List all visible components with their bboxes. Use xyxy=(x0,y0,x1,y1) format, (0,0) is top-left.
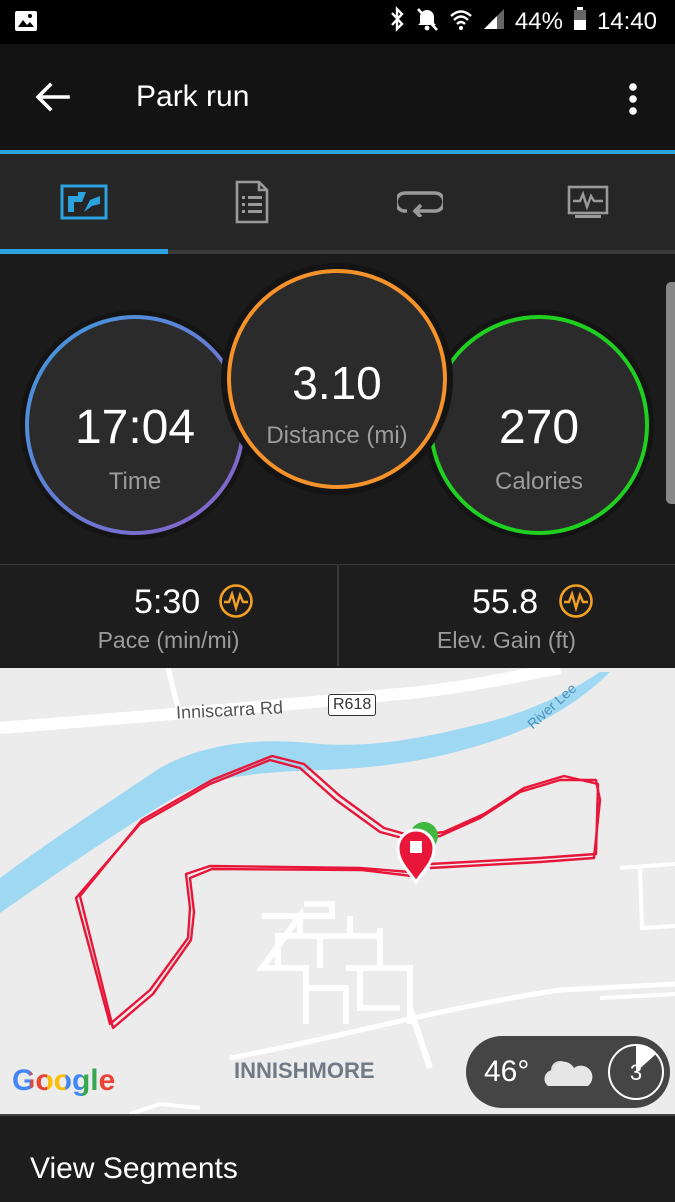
wifi-icon xyxy=(449,7,473,38)
calories-value: 270 xyxy=(498,401,580,454)
battery-icon xyxy=(573,6,587,38)
distance-value: 3.10 xyxy=(292,357,382,409)
cloud-icon xyxy=(540,1056,596,1093)
app-bar: Park run xyxy=(0,44,675,150)
time-value: 17:04 xyxy=(74,401,196,454)
road-shield: R618 xyxy=(328,694,377,716)
document-list-icon xyxy=(235,180,269,229)
gallery-notification-icon xyxy=(14,10,38,37)
calories-label: Calories xyxy=(494,468,584,495)
tab-bar xyxy=(0,154,675,254)
pace-label: Pace (min/mi) xyxy=(97,627,240,653)
time-label: Time xyxy=(108,468,162,495)
page-title: Park run xyxy=(136,80,250,113)
metrics-divider xyxy=(337,564,339,666)
timer-value: 3 xyxy=(629,1060,643,1085)
view-segments-label: View Segments xyxy=(30,1152,238,1185)
back-arrow-icon[interactable] xyxy=(34,82,70,117)
pace-metric: 5:30 Pace (min/mi) xyxy=(0,565,337,667)
elevation-metric: 55.8 Elev. Gain (ft) xyxy=(338,565,675,667)
tab-overview[interactable] xyxy=(0,154,168,254)
elevation-value: 55.8 xyxy=(472,583,539,621)
clock: 14:40 xyxy=(596,8,657,35)
south-west-road xyxy=(129,1101,201,1114)
google-logo-text: Google xyxy=(12,1064,116,1097)
right-roads xyxy=(599,862,675,1000)
distance-label: Distance (mi) xyxy=(266,422,408,449)
estate-roads xyxy=(256,901,433,1069)
tab-laps[interactable] xyxy=(336,154,504,254)
distance-stat: 3.10 Distance (mi) xyxy=(220,262,454,496)
time-stat: 17:04 Time xyxy=(18,308,252,542)
signal-icon xyxy=(483,8,505,37)
pace-info-icon[interactable] xyxy=(218,583,254,624)
tab-charts[interactable] xyxy=(504,154,672,254)
google-logo: Google xyxy=(12,1064,115,1098)
elevation-info-icon[interactable] xyxy=(558,583,594,624)
more-options-icon[interactable] xyxy=(626,82,640,121)
scroll-hint xyxy=(666,282,675,504)
laps-loop-icon xyxy=(394,187,446,222)
route-map[interactable]: Inniscarra Rd R618 River Lee INNISHMORE … xyxy=(0,668,675,1114)
calories-stat: 270 Calories xyxy=(422,308,656,542)
timer-dial-icon: 3 xyxy=(606,1042,666,1102)
weather-pill[interactable]: 46° 3 xyxy=(466,1036,670,1108)
mute-icon xyxy=(415,6,439,39)
pace-value: 5:30 xyxy=(134,583,201,621)
battery-percent: 44% xyxy=(514,8,563,35)
status-bar: 44% 14:40 xyxy=(0,0,675,44)
bluetooth-icon xyxy=(389,5,405,39)
tab-details[interactable] xyxy=(168,154,336,254)
weather-temperature: 46° xyxy=(484,1055,530,1088)
stats-panel: 17:04 Time 270 Calories 3.10 Distance (m… xyxy=(0,254,675,564)
heart-rate-chart-icon xyxy=(567,185,609,224)
activity-map-icon xyxy=(60,184,108,225)
area-label: INNISHMORE xyxy=(234,1058,375,1083)
elevation-label: Elev. Gain (ft) xyxy=(437,627,576,653)
view-segments-row[interactable]: View Segments xyxy=(0,1114,675,1202)
